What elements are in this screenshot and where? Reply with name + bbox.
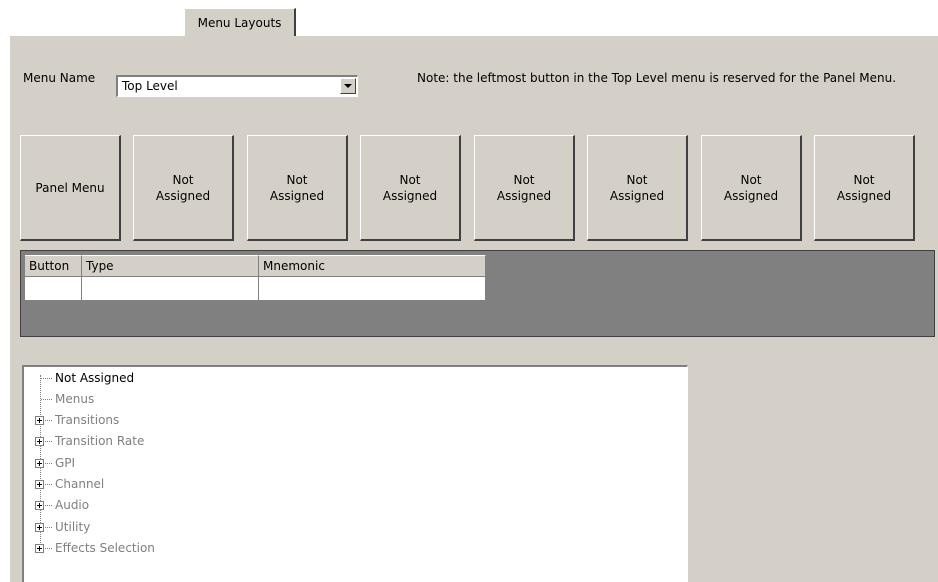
grid-cell-button[interactable] bbox=[25, 277, 82, 301]
tree-connector bbox=[41, 378, 52, 379]
function-tree[interactable]: Not Assigned Menus Transitions Transitio… bbox=[22, 365, 688, 582]
tree-item-label: Transitions bbox=[55, 413, 120, 427]
panel-button-7[interactable]: Not Assigned bbox=[701, 135, 802, 241]
column-header-mnemonic[interactable]: Mnemonic bbox=[259, 255, 486, 277]
panel-button-2[interactable]: Not Assigned bbox=[133, 135, 234, 241]
tree-item-label: Utility bbox=[55, 520, 91, 534]
tab-strip: Menu Layouts bbox=[0, 0, 938, 36]
menu-name-label: Menu Name bbox=[23, 71, 96, 85]
tree-item-label: Audio bbox=[55, 498, 90, 512]
column-header-type[interactable]: Type bbox=[82, 255, 259, 277]
button-assignment-grid: Button Type Mnemonic bbox=[20, 250, 935, 337]
menu-layouts-panel: Menu Name Top Level Note: the leftmost b… bbox=[10, 36, 938, 582]
panel-button-6[interactable]: Not Assigned bbox=[587, 135, 688, 241]
tree-item-label: Channel bbox=[55, 477, 105, 491]
tree-connector bbox=[45, 548, 52, 549]
expand-plus-icon[interactable] bbox=[35, 544, 44, 553]
column-header-button[interactable]: Button bbox=[25, 255, 82, 277]
tree-item-label: Transition Rate bbox=[55, 434, 145, 448]
tree-item-label: Effects Selection bbox=[55, 541, 155, 555]
grid-cell-type[interactable] bbox=[82, 277, 259, 301]
tree-item-label: GPI bbox=[55, 456, 76, 470]
tree-connector bbox=[45, 505, 52, 506]
tree-connector bbox=[45, 463, 52, 464]
tree-connector bbox=[45, 527, 52, 528]
tree-connector bbox=[45, 420, 52, 421]
menu-name-dropdown[interactable]: Top Level bbox=[116, 75, 358, 97]
panel-menu-button[interactable]: Panel Menu bbox=[20, 135, 121, 241]
reserved-button-note: Note: the leftmost button in the Top Lev… bbox=[417, 71, 897, 85]
panel-button-8[interactable]: Not Assigned bbox=[814, 135, 915, 241]
tree-connector bbox=[45, 484, 52, 485]
tree-item-label: Menus bbox=[55, 392, 95, 406]
grid-cell-mnemonic[interactable] bbox=[259, 277, 486, 301]
tree-connector bbox=[41, 399, 52, 400]
expand-plus-icon[interactable] bbox=[35, 480, 44, 489]
expand-plus-icon[interactable] bbox=[35, 459, 44, 468]
tree-item-label: Not Assigned bbox=[55, 371, 135, 385]
panel-button-5[interactable]: Not Assigned bbox=[474, 135, 575, 241]
expand-plus-icon[interactable] bbox=[35, 416, 44, 425]
panel-button-3[interactable]: Not Assigned bbox=[247, 135, 348, 241]
expand-plus-icon[interactable] bbox=[35, 437, 44, 446]
tree-connector bbox=[45, 441, 52, 442]
tab-menu-layouts[interactable]: Menu Layouts bbox=[184, 8, 296, 36]
chevron-down-icon[interactable] bbox=[340, 78, 356, 94]
panel-button-4[interactable]: Not Assigned bbox=[360, 135, 461, 241]
menu-name-value: Top Level bbox=[122, 79, 178, 93]
expand-plus-icon[interactable] bbox=[35, 501, 44, 510]
expand-plus-icon[interactable] bbox=[35, 523, 44, 532]
